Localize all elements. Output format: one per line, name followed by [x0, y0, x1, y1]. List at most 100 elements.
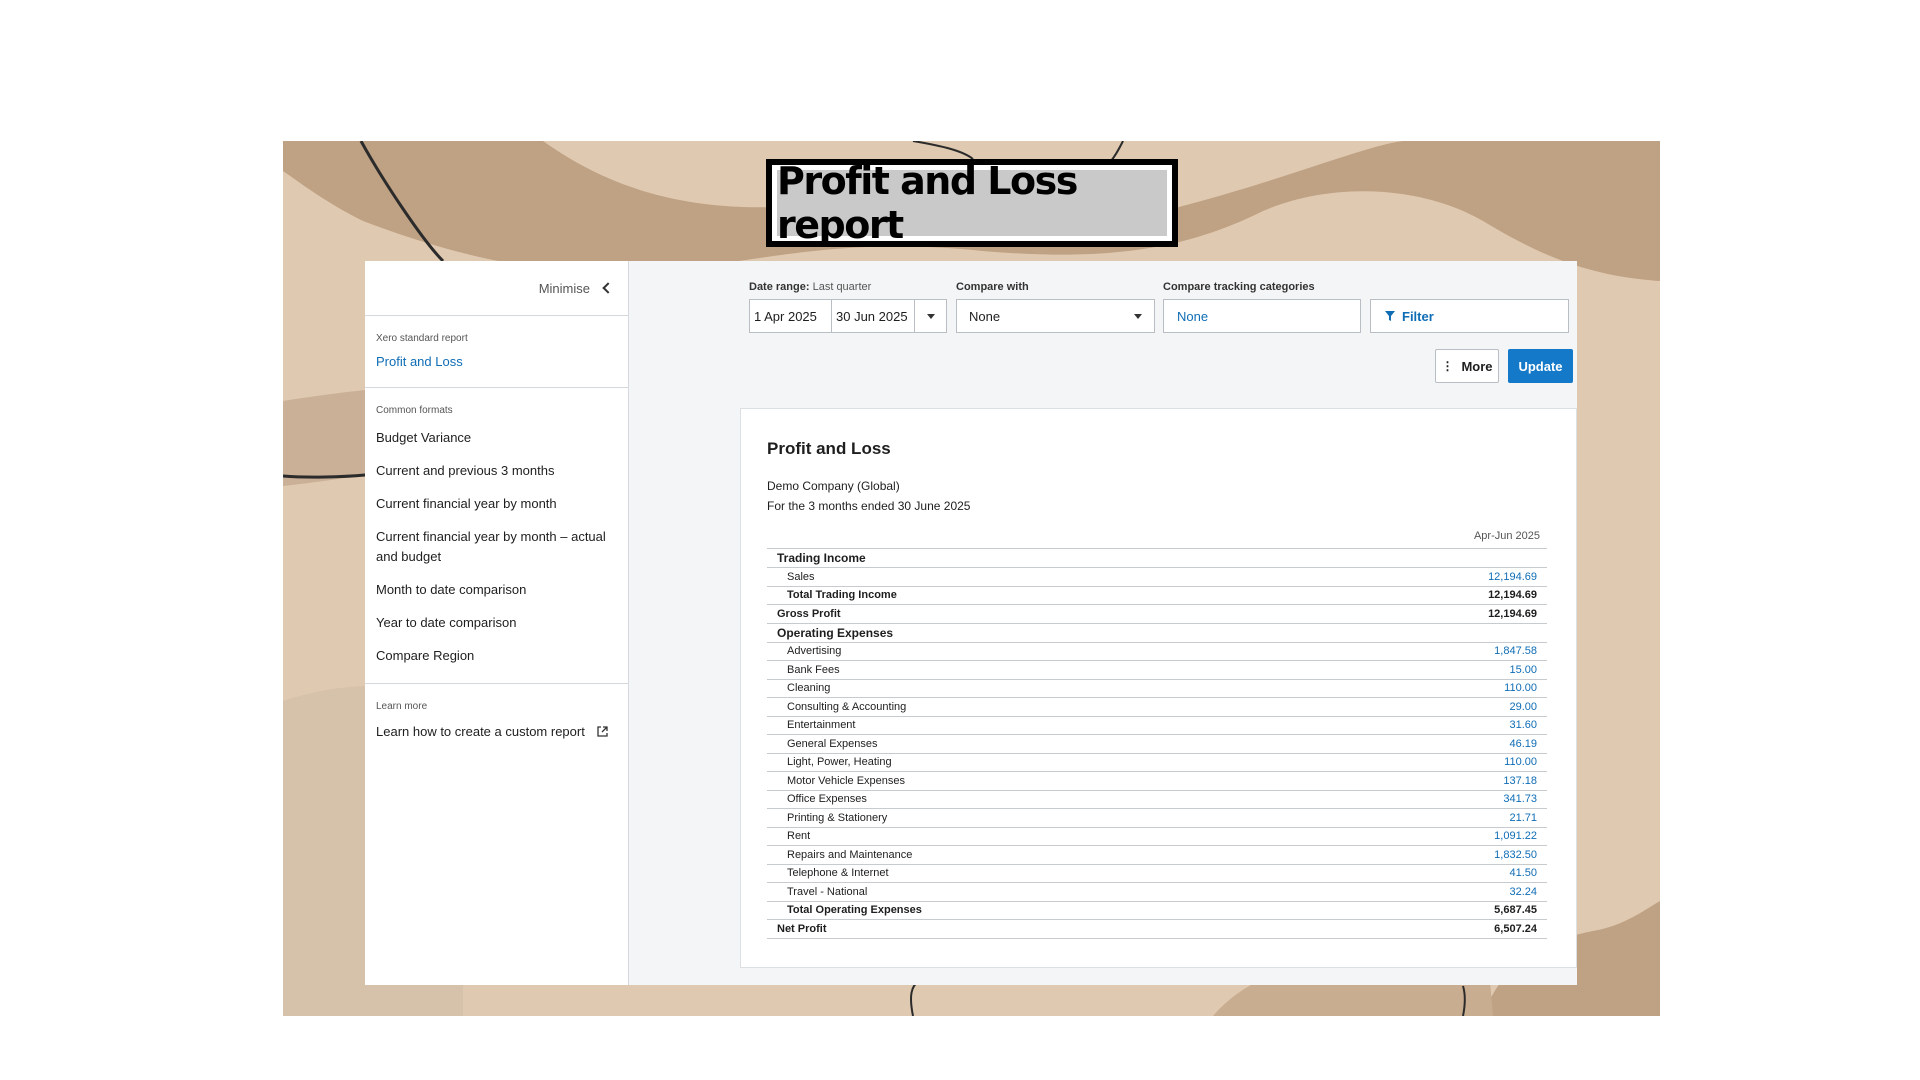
- minimise-label[interactable]: Minimise: [539, 281, 590, 296]
- chevron-down-icon: [926, 313, 935, 319]
- learn-more-label: Learn more: [376, 701, 428, 712]
- tracking-categories-value: None: [1177, 308, 1209, 324]
- external-link-icon: [597, 726, 608, 737]
- table-row: Advertising 1,847.58: [767, 642, 1547, 661]
- expense-label: General Expenses: [767, 734, 1332, 754]
- format-item-current-previous-3-months[interactable]: Current and previous 3 months: [376, 457, 617, 490]
- standard-report-section: Xero standard report Profit and Loss: [365, 316, 628, 388]
- expense-amount[interactable]: 341.73: [1332, 790, 1547, 809]
- more-label: More: [1461, 358, 1493, 374]
- format-item-year-to-date[interactable]: Year to date comparison: [376, 609, 617, 642]
- slide-title-box: Profit and Loss report: [766, 159, 1178, 247]
- total-trading-income-amount: 12,194.69: [1332, 586, 1547, 605]
- expense-amount[interactable]: 1,091.22: [1332, 827, 1547, 846]
- chevron-left-icon[interactable]: [602, 282, 614, 294]
- report-title: Profit and Loss: [767, 439, 891, 458]
- table-row: Cleaning 110.00: [767, 679, 1547, 698]
- expense-label: Advertising: [767, 642, 1332, 661]
- table-row: Sales 12,194.69: [767, 567, 1547, 587]
- total-operating-expenses-label: Total Operating Expenses: [767, 901, 1332, 920]
- expense-amount[interactable]: 110.00: [1332, 753, 1547, 772]
- format-item-current-fy-by-month[interactable]: Current financial year by month: [376, 490, 617, 523]
- expense-label: Repairs and Maintenance: [767, 845, 1332, 865]
- date-range-preset: Last quarter: [812, 281, 872, 293]
- standard-report-label: Xero standard report: [376, 333, 468, 344]
- tracking-categories-label: Compare tracking categories: [1163, 281, 1315, 293]
- expense-label: Travel - National: [767, 882, 1332, 902]
- expense-amount[interactable]: 32.24: [1332, 882, 1547, 902]
- trading-income-heading: Trading Income: [767, 548, 1332, 568]
- date-range-dropdown[interactable]: [915, 313, 946, 319]
- start-date-field[interactable]: 1 Apr 2025: [750, 300, 832, 332]
- report-main-area: Date range: Last quarter 1 Apr 2025 30 J…: [629, 261, 1577, 985]
- expense-amount[interactable]: 137.18: [1332, 771, 1547, 791]
- tracking-categories-select[interactable]: None: [1163, 299, 1361, 333]
- more-button[interactable]: ⋮ More: [1435, 349, 1499, 383]
- filter-button[interactable]: Filter: [1370, 299, 1569, 333]
- expense-amount[interactable]: 1,832.50: [1332, 845, 1547, 865]
- sales-label: Sales: [767, 567, 1332, 587]
- operating-expenses-heading: Operating Expenses: [767, 623, 1332, 643]
- table-row: Light, Power, Heating 110.00: [767, 753, 1547, 772]
- expense-amount[interactable]: 29.00: [1332, 697, 1547, 717]
- net-profit-label: Net Profit: [767, 919, 1332, 939]
- report-document: Profit and Loss Demo Company (Global) Fo…: [740, 408, 1577, 968]
- table-row: Rent 1,091.22: [767, 827, 1547, 846]
- filter-icon: [1385, 311, 1395, 321]
- common-formats-section: Common formats Budget Variance Current a…: [365, 388, 628, 684]
- table-row: General Expenses 46.19: [767, 734, 1547, 754]
- sales-amount[interactable]: 12,194.69: [1332, 567, 1547, 587]
- expense-amount[interactable]: 15.00: [1332, 660, 1547, 680]
- expense-amount[interactable]: 41.50: [1332, 864, 1547, 883]
- table-row: Total Operating Expenses 5,687.45: [767, 901, 1547, 920]
- date-range-picker[interactable]: 1 Apr 2025 30 Jun 2025: [749, 299, 947, 333]
- format-item-compare-region[interactable]: Compare Region: [376, 642, 617, 675]
- table-row: Entertainment 31.60: [767, 716, 1547, 735]
- format-item-current-fy-actual-budget[interactable]: Current financial year by month – actual…: [376, 523, 617, 576]
- format-item-month-to-date[interactable]: Month to date comparison: [376, 576, 617, 609]
- expense-label: Office Expenses: [767, 790, 1332, 809]
- format-item-budget-variance[interactable]: Budget Variance: [376, 424, 617, 457]
- table-row: Repairs and Maintenance 1,832.50: [767, 845, 1547, 865]
- report-table: Trading Income Sales 12,194.69 Total Tra…: [767, 548, 1547, 939]
- slide-title: Profit and Loss report: [777, 159, 1167, 247]
- table-row: Travel - National 32.24: [767, 882, 1547, 902]
- table-row: Printing & Stationery 21.71: [767, 808, 1547, 828]
- profit-and-loss-link[interactable]: Profit and Loss: [376, 354, 617, 369]
- table-row: Bank Fees 15.00: [767, 660, 1547, 680]
- report-period: For the 3 months ended 30 June 2025: [767, 499, 971, 513]
- expense-amount[interactable]: 46.19: [1332, 734, 1547, 754]
- table-row: Gross Profit 12,194.69: [767, 604, 1547, 624]
- slide-background: Profit and Loss report Minimise Xero sta…: [283, 141, 1660, 1016]
- end-date-field[interactable]: 30 Jun 2025: [832, 300, 915, 332]
- learn-custom-report-link[interactable]: Learn how to create a custom report: [376, 724, 617, 739]
- table-row: Motor Vehicle Expenses 137.18: [767, 771, 1547, 791]
- expense-label: Bank Fees: [767, 660, 1332, 680]
- gross-profit-amount: 12,194.69: [1332, 604, 1547, 624]
- date-range-label: Date range: Last quarter: [749, 281, 872, 293]
- filter-label: Filter: [1402, 308, 1434, 324]
- expense-label: Rent: [767, 827, 1332, 846]
- update-button[interactable]: Update: [1508, 349, 1573, 383]
- expense-amount[interactable]: 1,847.58: [1332, 642, 1547, 661]
- report-company: Demo Company (Global): [767, 479, 900, 493]
- expense-label: Light, Power, Heating: [767, 753, 1332, 772]
- compare-with-select[interactable]: None: [956, 299, 1155, 333]
- learn-custom-report-text[interactable]: Learn how to create a custom report: [376, 724, 585, 739]
- table-row: Trading Income: [767, 548, 1547, 568]
- table-row: Office Expenses 341.73: [767, 790, 1547, 809]
- table-row: Operating Expenses: [767, 623, 1547, 643]
- expense-label: Entertainment: [767, 716, 1332, 735]
- table-row: Total Trading Income 12,194.69: [767, 586, 1547, 605]
- report-app-window: Minimise Xero standard report Profit and…: [365, 261, 1577, 985]
- expense-label: Printing & Stationery: [767, 808, 1332, 828]
- expense-amount[interactable]: 110.00: [1332, 679, 1547, 698]
- expense-amount[interactable]: 31.60: [1332, 716, 1547, 735]
- report-sidebar: Minimise Xero standard report Profit and…: [365, 261, 629, 985]
- expense-label: Motor Vehicle Expenses: [767, 771, 1332, 791]
- table-row: Telephone & Internet 41.50: [767, 864, 1547, 883]
- expense-amount[interactable]: 21.71: [1332, 808, 1547, 828]
- chevron-down-icon: [1134, 313, 1142, 319]
- more-vertical-icon: ⋮: [1441, 359, 1454, 373]
- net-profit-amount: 6,507.24: [1332, 919, 1547, 939]
